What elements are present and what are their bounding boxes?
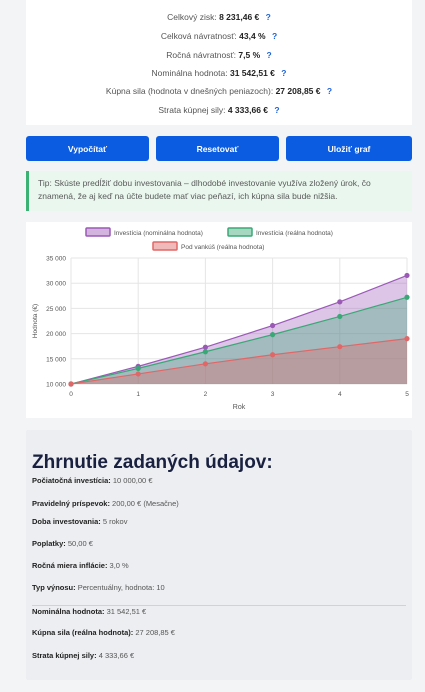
result-label: Strata kúpnej sily: <box>158 105 226 115</box>
data-point <box>202 344 208 350</box>
y-tick-label: 30 000 <box>46 281 66 288</box>
y-tick-label: 35 000 <box>46 256 66 263</box>
data-point <box>270 332 276 338</box>
result-value: 43,4 % <box>239 31 266 41</box>
data-point <box>135 365 141 371</box>
result-total-profit: Celkový zisk: 8 231,46 € ? <box>26 12 412 22</box>
result-label: Celkový zisk: <box>167 12 217 22</box>
summary-label: Nominálna hodnota: <box>32 607 105 616</box>
data-point <box>135 371 141 377</box>
data-point <box>202 349 208 355</box>
summary-value: 10 000,00 € <box>110 476 153 485</box>
summary-item: Nominálna hodnota: 31 542,51 € <box>32 607 146 616</box>
summary-label: Poplatky: <box>32 539 66 548</box>
data-point <box>68 381 74 387</box>
summary-item: Počiatočná investícia: 10 000,00 € <box>32 476 153 485</box>
y-tick-label: 10 000 <box>46 382 66 389</box>
x-tick-label: 4 <box>338 391 342 398</box>
x-tick-label: 3 <box>271 391 275 398</box>
legend-swatch <box>85 227 111 237</box>
summary-value: 3,0 % <box>107 561 129 570</box>
help-icon[interactable]: ? <box>272 31 277 41</box>
result-purchasing-power-loss: Strata kúpnej sily: 4 333,66 € ? <box>26 105 412 115</box>
legend-swatch <box>227 227 253 237</box>
x-tick-label: 2 <box>204 391 208 398</box>
help-icon[interactable]: ? <box>266 12 271 22</box>
results-card: Celkový zisk: 8 231,46 € ? Celková návra… <box>26 0 412 125</box>
help-icon[interactable]: ? <box>327 86 332 96</box>
calculate-button[interactable]: Vypočítať <box>26 136 149 161</box>
summary-value: 27 208,85 € <box>133 628 175 637</box>
summary-value: 5 rokov <box>100 517 128 526</box>
result-value: 4 333,66 € <box>227 105 269 115</box>
summary-item: Pravidelný príspevok: 200,00 € (Mesačne) <box>32 499 179 508</box>
summary-label: Počiatočná investícia: <box>32 476 111 485</box>
summary-item: Poplatky: 50,00 € <box>32 539 93 548</box>
result-nominal-value: Nominálna hodnota: 31 542,51 € ? <box>26 68 412 78</box>
summary-label: Pravidelný príspevok: <box>32 499 110 508</box>
result-value: 8 231,46 € <box>219 12 260 22</box>
summary-panel: Zhrnutie zadaných údajov: <box>26 430 412 680</box>
data-point <box>337 299 343 305</box>
summary-item: Kúpna sila (reálna hodnota): 27 208,85 € <box>32 628 175 637</box>
help-icon[interactable]: ? <box>267 50 272 60</box>
summary-item: Typ výnosu: Percentuálny, hodnota: 10 <box>32 583 165 592</box>
data-point <box>337 313 343 320</box>
summary-item: Ročná miera inflácie: 3,0 % <box>32 561 129 570</box>
legend-label: Pod vankúš (reálna hodnota) <box>181 244 264 251</box>
result-purchasing-power: Kúpna sila (hodnota v dnešných peniazoch… <box>26 86 412 96</box>
summary-value: 50,00 € <box>65 539 93 548</box>
summary-item: Doba investovania: 5 rokov <box>32 517 127 526</box>
summary-value: Percentuálny, hodnota: 10 <box>75 583 165 592</box>
tip-box: Tip: Skúste predĺžiť dobu investovania –… <box>26 171 412 211</box>
summary-label: Doba investovania: <box>32 517 101 526</box>
data-point <box>404 272 410 279</box>
result-annual-return: Ročná návratnosť: 7,5 % ? <box>26 50 412 60</box>
y-axis-label: Hodnota (€) <box>32 304 39 338</box>
summary-value: 31 542,51 € <box>104 607 147 616</box>
data-point <box>202 361 208 367</box>
data-point <box>404 336 410 342</box>
summary-item: Strata kúpnej sily: 4 333,66 € <box>32 651 134 660</box>
y-tick-label: 15 000 <box>46 356 66 363</box>
legend-swatch <box>152 241 178 251</box>
summary-label: Typ výnosu: <box>32 583 76 592</box>
help-icon[interactable]: ? <box>281 68 286 78</box>
result-label: Ročná návratnosť: <box>166 50 237 60</box>
investment-chart: 10 000 15 000 20 000 25 000 30 000 35 000 0 1 2 3… <box>32 227 410 411</box>
result-label: Celková návratnosť: <box>160 31 237 41</box>
summary-divider <box>32 605 406 606</box>
x-tick-label: 5 <box>405 391 409 398</box>
x-tick-label: 1 <box>136 391 140 398</box>
data-point <box>337 344 343 350</box>
chart-card: 10 000 15 000 20 000 25 000 30 000 35 000 0 1 2 3… <box>26 222 412 418</box>
result-total-return: Celková návratnosť: 43,4 % ? <box>26 31 412 41</box>
summary-label: Strata kúpnej sily: <box>32 651 97 660</box>
summary-title: Zhrnutie zadaných údajov: <box>32 452 273 473</box>
save-chart-button[interactable]: Uložiť graf <box>286 136 412 161</box>
legend-label: Investícia (nominálna hodnota) <box>114 230 203 237</box>
data-point <box>404 294 410 300</box>
result-label: Kúpna sila (hodnota v dnešných peniazoch… <box>105 86 274 96</box>
result-label: Nominálna hodnota: <box>151 68 228 78</box>
summary-label: Kúpna sila (reálna hodnota): <box>32 628 134 637</box>
data-point <box>270 322 276 329</box>
result-value: 7,5 % <box>238 50 261 60</box>
reset-button[interactable]: Resetovať <box>156 136 279 161</box>
y-tick-label: 20 000 <box>46 331 66 338</box>
y-tick-label: 25 000 <box>46 306 66 313</box>
result-value: 31 542,51 € <box>229 68 275 78</box>
tip-text: Tip: Skúste predĺžiť dobu investovania –… <box>38 178 371 201</box>
result-value: 27 208,85 € <box>275 86 321 96</box>
summary-value: 4 333,66 € <box>96 651 135 660</box>
legend-label: Investícia (reálna hodnota) <box>256 230 333 237</box>
help-icon[interactable]: ? <box>274 105 279 115</box>
data-point <box>270 352 276 358</box>
x-axis-label: Rok <box>233 404 246 411</box>
summary-label: Ročná miera inflácie: <box>32 561 108 570</box>
summary-value: 200,00 € (Mesačne) <box>109 499 179 508</box>
x-tick-label: 0 <box>69 391 73 398</box>
